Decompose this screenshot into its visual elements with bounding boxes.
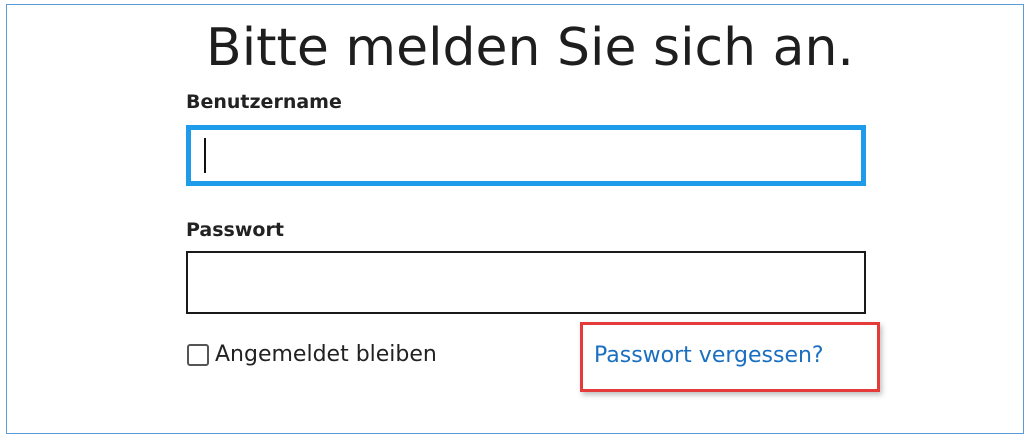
remember-me-row[interactable]: Angemeldet bleiben: [187, 340, 437, 370]
remember-me-checkbox[interactable]: [187, 344, 209, 366]
username-input[interactable]: [186, 125, 866, 186]
text-caret: [204, 138, 206, 173]
password-label: Passwort: [186, 219, 284, 241]
page-title: Bitte melden Sie sich an.: [206, 18, 854, 78]
username-label: Benutzername: [186, 91, 342, 113]
forgot-password-link[interactable]: Passwort vergessen?: [594, 341, 824, 371]
password-input[interactable]: [186, 251, 866, 314]
remember-me-label[interactable]: Angemeldet bleiben: [215, 340, 437, 370]
